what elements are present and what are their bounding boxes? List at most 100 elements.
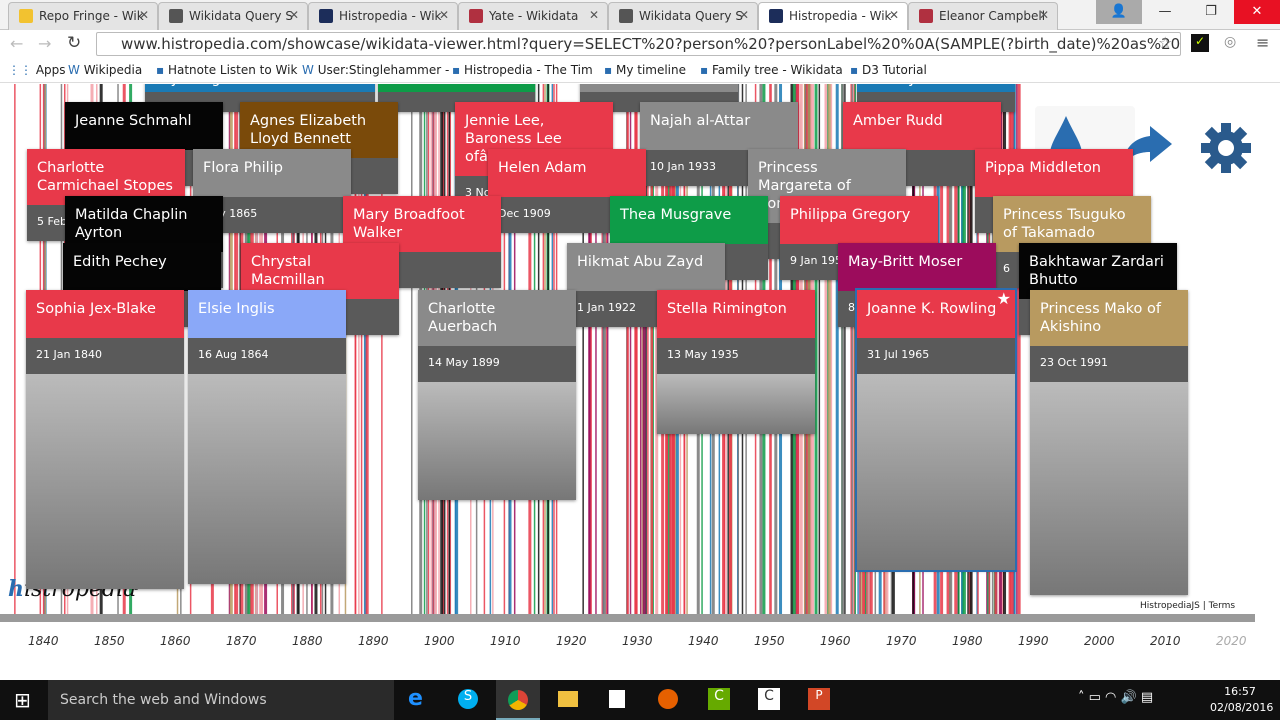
person-card[interactable]: Princess Mako of Akishino 23 Oct 1991: [1030, 290, 1188, 595]
card-title: Princess Mako of Akishino: [1030, 290, 1188, 346]
tab[interactable]: Eleanor Campbell ✕: [908, 2, 1058, 30]
tab-title: Wikidata Query S: [189, 9, 293, 23]
favicon-icon: [769, 9, 783, 23]
star-icon[interactable]: ☆: [1158, 33, 1172, 52]
person-photo: [857, 374, 1015, 570]
extension-icon[interactable]: ✓: [1191, 34, 1209, 52]
person-card[interactable]: Sophia Jex-Blake 21 Jan 1840: [26, 290, 184, 589]
card-title: Stella Rimington: [657, 290, 815, 338]
reload-icon[interactable]: ↻: [67, 33, 81, 53]
year-label: 1850: [94, 634, 125, 648]
timeline-viewer[interactable]: Lily DougallPauline Alderman Christine D'…: [0, 84, 1280, 680]
taskbar: ⊞ Search the web and Windows e S C C P ˄…: [0, 680, 1280, 720]
bookmark-icon: ▪: [156, 63, 165, 77]
address-bar-row: ← → ↻ www.histropedia.com/showcase/wikid…: [0, 30, 1280, 58]
timeline-axis[interactable]: [0, 614, 1255, 622]
card-date: 21 Jan 1840: [26, 338, 184, 374]
bookmark[interactable]: ▪ D3 Tutorial: [850, 63, 927, 77]
bookmark[interactable]: ▪ Family tree - Wikidata: [700, 63, 843, 77]
tab[interactable]: Wikidata Query S ✕: [158, 2, 308, 30]
year-label: 1880: [292, 634, 323, 648]
user-icon[interactable]: 👤: [1096, 0, 1142, 24]
tab[interactable]: Yate - Wikidata ✕: [458, 2, 608, 30]
card-date: 16 Aug 1864: [188, 338, 346, 374]
close-tab-icon[interactable]: ✕: [889, 8, 899, 22]
skype-icon[interactable]: S: [458, 689, 478, 709]
restore-button[interactable]: ❐: [1188, 0, 1234, 24]
edge-icon[interactable]: e: [408, 686, 423, 711]
tab-strip: Repo Fringe - Wik ✕ Wikidata Query S ✕ Histr…: [0, 0, 1280, 30]
back-icon[interactable]: ←: [10, 34, 23, 53]
close-tab-icon[interactable]: ✕: [589, 8, 599, 22]
clock[interactable]: 16:57 02/08/2016: [1210, 684, 1273, 716]
camtasia-icon[interactable]: C: [708, 688, 730, 710]
windows-start-icon[interactable]: ⊞: [14, 688, 31, 712]
bookmark-label: My timeline: [615, 63, 687, 77]
card-title: Pippa Middleton: [975, 149, 1133, 197]
card-date: 14 May 1899: [418, 346, 576, 382]
favicon-icon: [469, 9, 483, 23]
tab-title: Histropedia - Wik: [789, 9, 892, 23]
forward-icon[interactable]: →: [38, 34, 51, 53]
bookmark-label: User:Stinglehammer -: [317, 63, 450, 77]
bookmark[interactable]: ▪ Hatnote Listen to Wik: [156, 63, 297, 77]
tab-title: Histropedia - Wik: [339, 9, 442, 23]
person-card[interactable]: Joanne K. Rowling ★ 31 Jul 1965: [855, 288, 1017, 572]
card-title: May-Britt Moser: [838, 243, 996, 291]
bookmark[interactable]: W Wikipedia: [68, 63, 142, 77]
tray-icons[interactable]: ˄ ▭ ◠ 🔊 ▤: [1078, 690, 1153, 705]
star-icon[interactable]: ★: [997, 290, 1011, 308]
bookmark[interactable]: ⋮⋮ Apps: [8, 63, 66, 77]
bookmark[interactable]: ▪ My timeline: [604, 63, 686, 77]
tab[interactable]: Histropedia - Wik ✕: [758, 2, 908, 30]
store-icon[interactable]: [609, 690, 625, 708]
bookmark-icon: ▪: [604, 63, 613, 77]
favicon-icon: [19, 9, 33, 23]
firefox-icon[interactable]: [658, 689, 678, 709]
camtasia-recorder-icon[interactable]: C: [758, 688, 780, 710]
close-tab-icon[interactable]: ✕: [739, 8, 749, 22]
close-button[interactable]: ✕: [1234, 0, 1280, 24]
gear-icon[interactable]: [1200, 122, 1252, 174]
card-title: Christine D'haen: [580, 84, 738, 92]
bookmark[interactable]: W User:Stinglehammer -: [302, 63, 449, 77]
year-label: 1870: [226, 634, 257, 648]
bookmark-icon: ▪: [452, 63, 461, 77]
favicon-icon: [919, 9, 933, 23]
person-card[interactable]: Stella Rimington 13 May 1935: [657, 290, 815, 434]
year-label: 2000: [1084, 634, 1115, 648]
card-date: 13 May 1935: [657, 338, 815, 374]
search-input[interactable]: Search the web and Windows: [48, 680, 394, 720]
extension2-icon[interactable]: ◎: [1224, 34, 1236, 50]
person-photo: [1030, 382, 1188, 595]
person-photo: [26, 374, 184, 589]
year-label: 1940: [688, 634, 719, 648]
card-title: Amber Rudd: [843, 102, 1001, 150]
close-tab-icon[interactable]: ✕: [289, 8, 299, 22]
bookmark-icon: ▪: [700, 63, 709, 77]
year-label: 1860: [160, 634, 191, 648]
bookmark-label: Histropedia - The Tim: [463, 63, 593, 77]
menu-icon[interactable]: ≡: [1256, 33, 1269, 52]
card-title: Edith Pechey: [63, 243, 221, 291]
footer-links[interactable]: HistropediaJS | Terms: [1140, 601, 1235, 611]
url-input[interactable]: www.histropedia.com/showcase/wikidata-vi…: [96, 32, 1181, 56]
bookmark[interactable]: ▪ Histropedia - The Tim: [452, 63, 593, 77]
powerpoint-icon[interactable]: P: [808, 688, 830, 710]
tab[interactable]: Wikidata Query S ✕: [608, 2, 758, 30]
favicon-icon: [169, 9, 183, 23]
person-card[interactable]: Elsie Inglis 16 Aug 1864: [188, 290, 346, 584]
close-tab-icon[interactable]: ✕: [439, 8, 449, 22]
tab[interactable]: Repo Fringe - Wik ✕: [8, 2, 158, 30]
close-tab-icon[interactable]: ✕: [139, 8, 149, 22]
tab[interactable]: Histropedia - Wik ✕: [308, 2, 458, 30]
card-title: Christy Clark: [857, 84, 1015, 92]
minimize-button[interactable]: —: [1142, 0, 1188, 24]
close-tab-icon[interactable]: ✕: [1039, 8, 1049, 22]
file-explorer-icon[interactable]: [558, 691, 578, 707]
chrome-icon[interactable]: [496, 680, 540, 720]
person-card[interactable]: Charlotte Auerbach 14 May 1899: [418, 290, 576, 500]
year-label: 1930: [622, 634, 653, 648]
person-photo: [657, 374, 815, 434]
bookmark-icon: ▪: [850, 63, 859, 77]
